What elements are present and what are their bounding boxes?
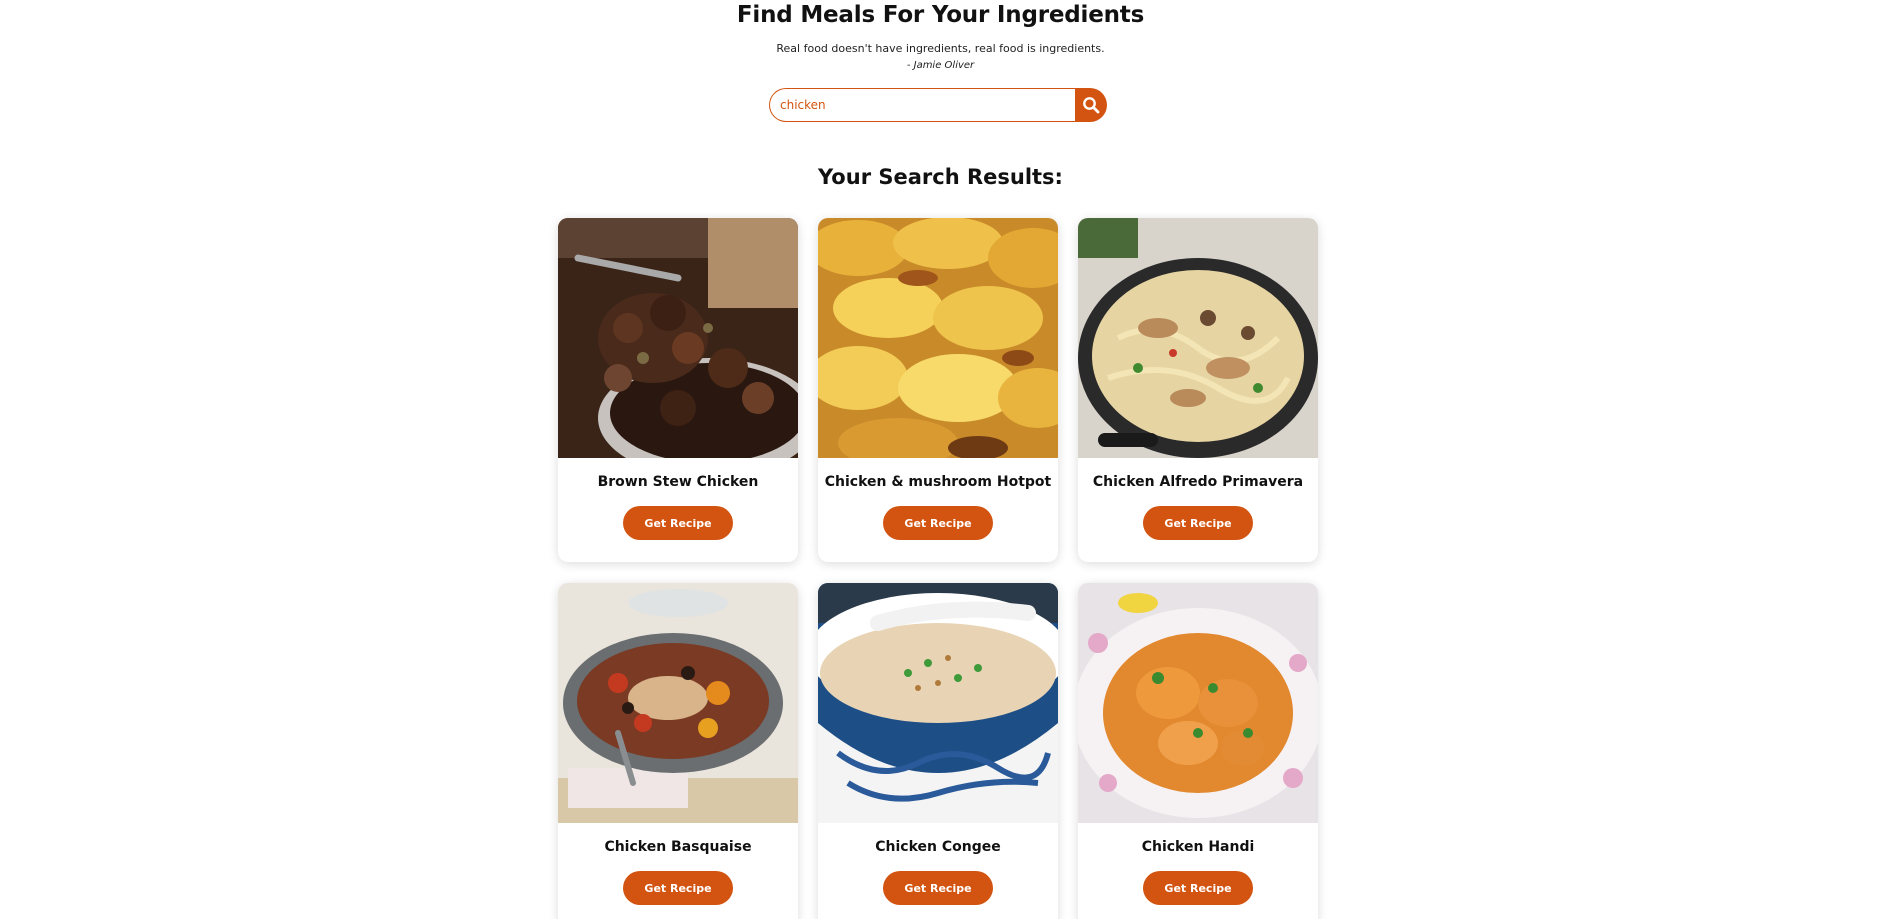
search-form — [769, 88, 1107, 122]
curry-plate-image — [1078, 583, 1318, 823]
search-icon — [1083, 97, 1100, 114]
get-recipe-button[interactable]: Get Recipe — [1143, 506, 1253, 540]
congee-bowl-image — [818, 583, 1058, 823]
meal-name: Chicken Handi — [1141, 839, 1255, 855]
page-title: Find Meals For Your Ingredients — [736, 2, 1145, 28]
meal-card: Chicken Alfredo Primavera Get Recipe — [1078, 218, 1318, 562]
meal-name: Chicken & mushroom Hotpot — [824, 474, 1052, 490]
get-recipe-button[interactable]: Get Recipe — [623, 871, 733, 905]
get-recipe-button[interactable]: Get Recipe — [623, 506, 733, 540]
stew-dish-image — [558, 218, 798, 458]
meal-card: Chicken Handi Get Recipe — [1078, 583, 1318, 919]
search-input[interactable] — [769, 88, 1075, 122]
meal-name: Chicken Alfredo Primavera — [1092, 474, 1304, 490]
casserole-dish-image — [558, 583, 798, 823]
meal-name: Chicken Congee — [875, 839, 1001, 855]
page: Find Meals For Your Ingredients Real foo… — [0, 0, 1881, 919]
pasta-pan-image — [1078, 218, 1318, 458]
results-title: Your Search Results: — [818, 165, 1063, 189]
meal-name: Chicken Basquaise — [604, 839, 752, 855]
search-button[interactable] — [1075, 88, 1107, 122]
get-recipe-button[interactable]: Get Recipe — [1143, 871, 1253, 905]
meal-card: Chicken Congee Get Recipe — [818, 583, 1058, 919]
hotpot-dish-image — [818, 218, 1058, 458]
get-recipe-button[interactable]: Get Recipe — [883, 871, 993, 905]
quote-text: Real food doesn't have ingredients, real… — [776, 42, 1105, 55]
get-recipe-button[interactable]: Get Recipe — [883, 506, 993, 540]
meal-card: Chicken & mushroom Hotpot Get Recipe — [818, 218, 1058, 562]
meal-name: Brown Stew Chicken — [597, 474, 759, 490]
meal-card: Chicken Basquaise Get Recipe — [558, 583, 798, 919]
quote-author: - Jamie Oliver — [906, 60, 975, 71]
meal-card: Brown Stew Chicken Get Recipe — [558, 218, 798, 562]
